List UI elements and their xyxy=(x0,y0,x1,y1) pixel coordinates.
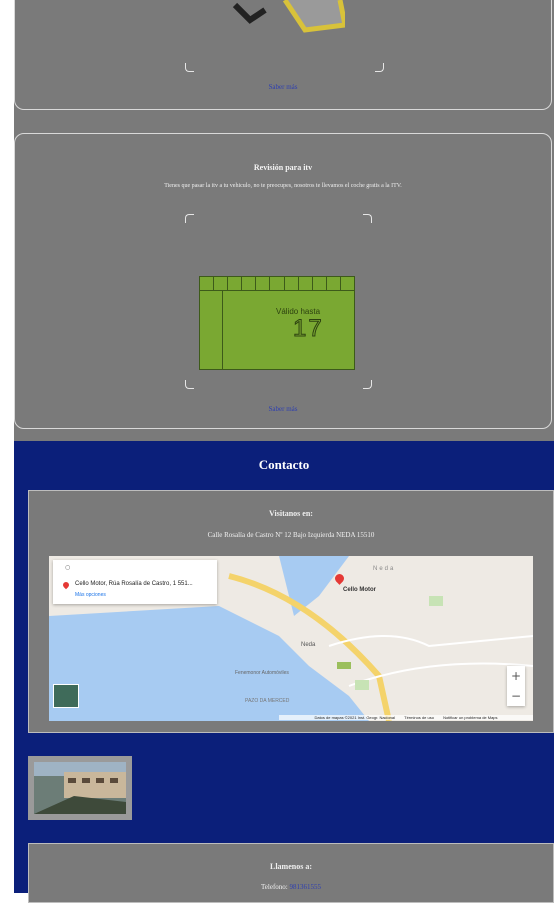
itv-sticker: Válido hasta 17 xyxy=(199,276,355,370)
frame-corner-tr xyxy=(363,214,372,223)
map-footer: Datos de mapas ©2021 Inst. Geogr. Nacion… xyxy=(279,715,533,720)
town-label: Neda xyxy=(373,566,396,572)
map-embed[interactable]: ○ Cello Motor, Rúa Rosalía de Castro, 1 … xyxy=(49,556,533,721)
address-text: Calle Rosalía de Castro Nº 12 Bajo Izqui… xyxy=(207,531,375,539)
marker-label: Cello Motor xyxy=(343,587,376,593)
sticker-number: 17 xyxy=(293,315,324,343)
frame-corner-tl xyxy=(185,214,194,223)
visit-box: Visitanos en: Calle Rosalía de Castro Nº… xyxy=(28,490,554,733)
frame-corner-br xyxy=(375,63,384,72)
zoom-controls: + − xyxy=(507,666,525,706)
frame-corner-bl xyxy=(185,380,194,389)
call-title: Llamenos a: xyxy=(270,862,312,871)
place-close-icon[interactable]: ○ xyxy=(65,564,70,571)
sticker-divider xyxy=(222,291,223,369)
zoom-in-button[interactable]: + xyxy=(507,666,525,686)
call-box: Llamenos a: Telefono: 981361555 xyxy=(28,843,554,903)
service-card-top: Saber más xyxy=(14,0,552,110)
label-neda-station: Neda xyxy=(301,642,316,648)
place-card[interactable]: ○ Cello Motor, Rúa Rosalía de Castro, 1 … xyxy=(53,560,217,604)
place-card-title: Cello Motor, Rúa Rosalía de Castro, 1 55… xyxy=(75,581,193,587)
contact-title: Contacto xyxy=(258,457,310,472)
frame-corner-bl xyxy=(185,63,194,72)
pin-icon xyxy=(61,580,71,590)
satellite-toggle[interactable] xyxy=(53,684,79,708)
sticker-strip xyxy=(200,277,355,291)
building-image xyxy=(34,762,126,814)
place-card-link[interactable]: Más opciones xyxy=(75,592,106,598)
card-title: Revisión para itv xyxy=(253,163,313,172)
zoom-out-button[interactable]: − xyxy=(507,686,525,706)
phone-link[interactable]: 981361555 xyxy=(289,883,321,891)
phone-line: Telefono: 981361555 xyxy=(29,883,553,891)
car-illustration-icon xyxy=(232,0,345,33)
building-photo[interactable] xyxy=(28,756,132,820)
map-terms-link[interactable]: Términos de uso xyxy=(404,715,434,720)
card-description: Tienes que pasar la itv a tu vehiculo, n… xyxy=(164,183,402,189)
service-card-itv: Revisión para itv Tienes que pasar la it… xyxy=(14,133,552,429)
more-info-link[interactable]: Saber más xyxy=(15,405,551,413)
map-report-link[interactable]: Notificar un problema de Maps xyxy=(443,715,497,720)
frame-corner-br xyxy=(363,380,372,389)
more-info-link[interactable]: Saber más xyxy=(15,83,551,91)
label-pazo: PAZO DA MERCED xyxy=(245,698,290,704)
phone-label: Telefono: xyxy=(261,883,288,891)
map-data-credit: Datos de mapas ©2021 Inst. Geogr. Nacion… xyxy=(314,715,396,720)
visit-title: Visitanos en: xyxy=(269,509,313,518)
label-fenemonor: Fenemonor Automóviles xyxy=(235,670,289,676)
